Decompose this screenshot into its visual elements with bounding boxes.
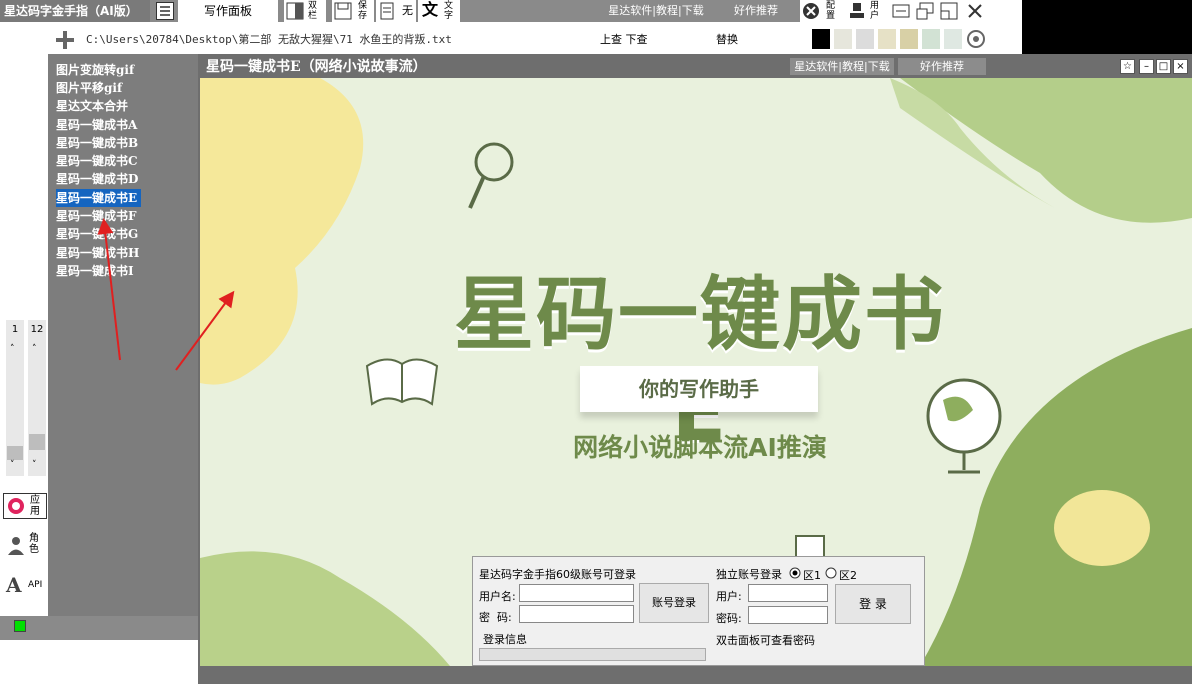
arrow-to-window [175,290,235,371]
arrow-to-list [97,218,121,361]
annotation-arrows [97,218,235,371]
